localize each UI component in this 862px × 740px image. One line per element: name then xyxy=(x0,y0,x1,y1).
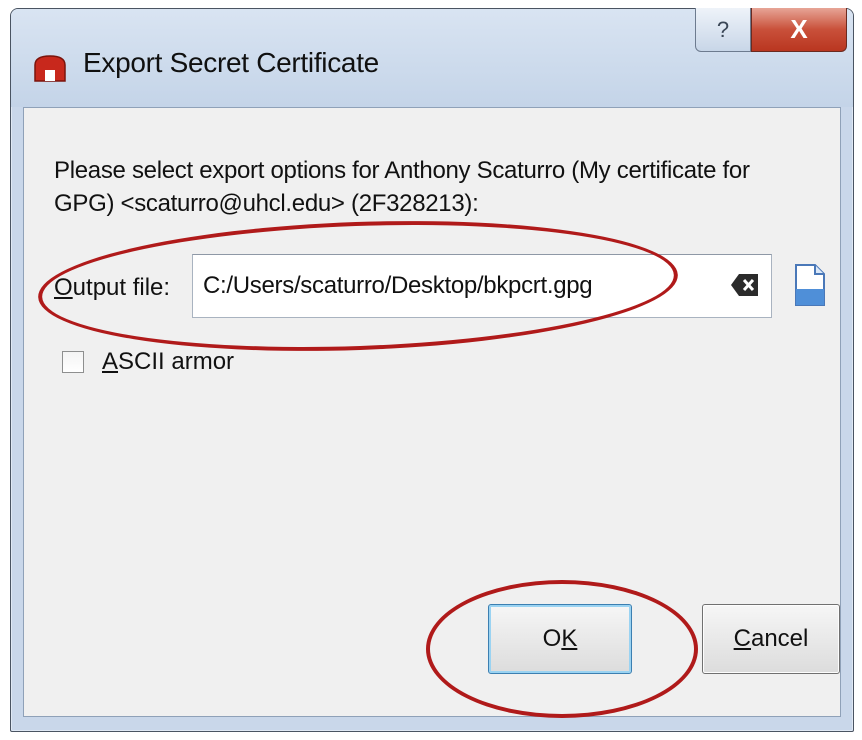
ascii-armor-label-text: SCII armor xyxy=(118,348,235,375)
cancel-mnemonic: C xyxy=(733,625,751,652)
cancel-label-text: ancel xyxy=(750,625,809,652)
title-bar[interactable]: Export Secret Certificate ? X xyxy=(11,8,853,107)
help-icon: ? xyxy=(716,16,730,42)
output-file-label-text: utput file: xyxy=(72,274,171,301)
ok-label-mnemonic: K xyxy=(561,625,578,652)
close-button[interactable]: X xyxy=(751,8,847,52)
ascii-armor-mnemonic: A xyxy=(102,348,119,375)
cancel-button[interactable]: Cancel xyxy=(702,604,840,674)
close-icon: X xyxy=(790,14,808,44)
browse-button[interactable] xyxy=(788,252,832,318)
ok-button[interactable]: OK xyxy=(488,604,632,674)
ascii-armor-checkbox[interactable] xyxy=(62,351,84,373)
certificate-app-icon xyxy=(34,55,66,82)
window-title: Export Secret Certificate xyxy=(83,47,379,78)
ascii-armor-label: ASCII armor xyxy=(102,348,234,376)
ok-label-first: O xyxy=(542,625,562,652)
help-button[interactable]: ? xyxy=(695,8,751,52)
ascii-armor-option[interactable]: ASCII armor xyxy=(62,342,234,382)
output-file-label: Output file: xyxy=(54,274,170,302)
export-prompt: Please select export options for Anthony… xyxy=(54,157,750,217)
clear-text-icon[interactable] xyxy=(730,272,760,298)
browse-file-icon xyxy=(795,264,825,306)
output-file-input[interactable] xyxy=(192,254,772,318)
output-file-mnemonic: O xyxy=(54,274,73,301)
export-secret-certificate-dialog: Export Secret Certificate ? X Please sel… xyxy=(10,8,854,732)
dialog-body: Please select export options for Anthony… xyxy=(23,107,841,717)
